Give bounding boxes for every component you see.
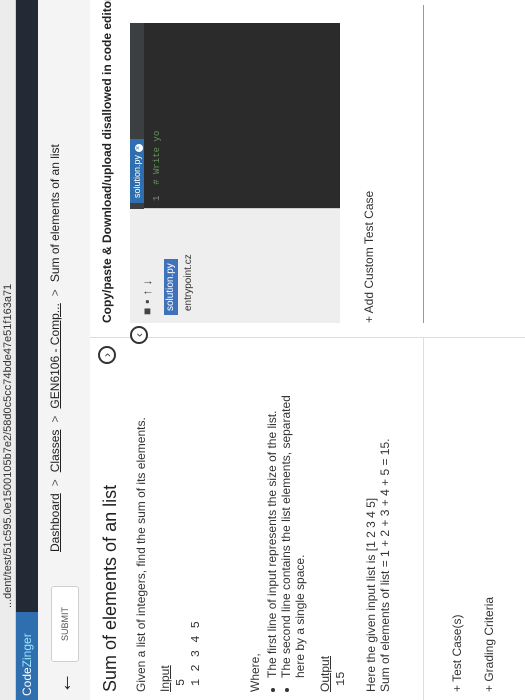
- upload-icon[interactable]: ↑: [140, 285, 154, 295]
- section-divider: [423, 5, 424, 323]
- breadcrumb-current: Sum of elements of an list: [48, 144, 62, 283]
- breadcrumb-course[interactable]: GEN6106 - Comp...: [48, 303, 62, 408]
- file-toolbar: ■▪↑↓: [140, 275, 154, 315]
- tab-solution[interactable]: solution.py ×: [130, 138, 144, 203]
- output-value: 15: [334, 671, 348, 686]
- problem-toolbar: ← SUBMIT Dashboard > Classes > GEN6106 - Com…: [38, 0, 91, 700]
- code-line[interactable]: 1 # Write yo: [152, 131, 162, 201]
- breadcrumb-separator: >: [48, 479, 62, 487]
- problem-title: Sum of elements of an list: [100, 484, 120, 692]
- where-list: The first line of input represents the s…: [265, 368, 307, 690]
- brand-logo[interactable]: CodeZinger: [16, 612, 38, 700]
- where-label: Where,: [248, 653, 262, 692]
- test-cases-toggle[interactable]: + Test Case(s): [450, 615, 464, 692]
- editor-panel: Copy/paste & Download/upload disallowed …: [90, 0, 525, 364]
- code-editor: ■▪↑↓ solution.py entrypoint.cz solution.…: [130, 23, 340, 323]
- new-file-icon[interactable]: ■: [140, 304, 154, 315]
- expand-circle-icon[interactable]: ‹: [130, 326, 148, 344]
- top-navbar: CodeZinger: [16, 0, 38, 700]
- list-item: The first line of input represents the s…: [265, 368, 279, 678]
- submit-button[interactable]: SUBMIT: [51, 586, 79, 662]
- breadcrumb-separator: >: [48, 415, 62, 423]
- collapse-circle-icon[interactable]: ›: [98, 346, 116, 364]
- file-item-entrypoint[interactable]: entrypoint.cz: [182, 250, 196, 315]
- tab-label: solution.py: [132, 154, 142, 198]
- input-heading: Input: [158, 665, 172, 692]
- section-divider: [423, 338, 424, 700]
- problem-description: Given a list of integers, find the sum o…: [134, 417, 148, 692]
- output-heading: Output: [318, 655, 332, 692]
- file-explorer: ■▪↑↓ solution.py entrypoint.cz: [130, 208, 340, 323]
- line-number: 1: [152, 195, 162, 201]
- add-custom-test-case-button[interactable]: + Add Custom Test Case: [362, 191, 376, 323]
- file-item-solution[interactable]: solution.py: [164, 259, 178, 315]
- breadcrumb: Dashboard > Classes > GEN6106 - Comp... > Sum …: [48, 144, 62, 552]
- breadcrumb-classes[interactable]: Classes: [48, 430, 62, 473]
- explanation-sum: Sum of elements of list = 1 + 2 + 3 + 4 …: [378, 438, 392, 693]
- url-text: ...dent/test/51c595.0e1500105b7e2/58d0c5…: [2, 283, 14, 608]
- editor-tab-bar: solution.py ×: [130, 23, 144, 209]
- input-line-elements: 1 2 3 4 5: [189, 621, 203, 686]
- browser-address-bar[interactable]: ...dent/test/51c595.0e1500105b7e2/58d0c5…: [0, 0, 16, 700]
- editor-notice: Copy/paste & Download/upload disallowed …: [100, 0, 114, 323]
- problem-panel: Sum of elements of an list Given a list …: [90, 337, 525, 700]
- breadcrumb-separator: >: [48, 289, 62, 297]
- download-icon[interactable]: ↓: [140, 275, 154, 285]
- list-item: The second line contains the list elemen…: [279, 368, 307, 678]
- tab-close-icon[interactable]: ×: [135, 143, 143, 152]
- input-line-size: 5: [174, 678, 188, 686]
- grading-criteria-toggle[interactable]: + Grading Criteria: [482, 597, 496, 692]
- new-folder-icon[interactable]: ▪: [140, 295, 154, 303]
- app-window: ...dent/test/51c595.0e1500105b7e2/58d0c5…: [0, 0, 525, 700]
- back-arrow-icon[interactable]: ←: [51, 666, 76, 694]
- explanation-input: Here the given input list is [1 2 3 4 5]: [364, 497, 378, 692]
- code-comment: # Write yo: [152, 130, 162, 185]
- breadcrumb-dashboard[interactable]: Dashboard: [48, 493, 62, 552]
